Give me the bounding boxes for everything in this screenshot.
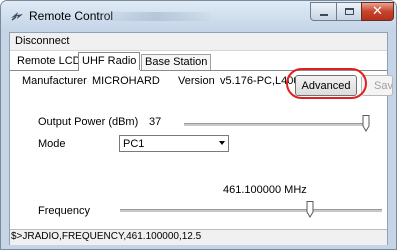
tab-divider-gap bbox=[79, 70, 140, 71]
minimize-button[interactable] bbox=[310, 2, 337, 21]
output-power-label: Output Power (dBm) bbox=[38, 116, 139, 128]
remote-control-app-icon bbox=[11, 12, 23, 21]
frequency-readout: 461.100000 MHz bbox=[223, 184, 307, 196]
chevron-down-icon bbox=[219, 141, 225, 145]
close-button[interactable]: ✕ bbox=[361, 2, 394, 21]
minimize-icon bbox=[319, 13, 328, 16]
status-bar: $>JRADIO,FREQUENCY,461.100000,12.5 bbox=[10, 229, 387, 245]
mode-label: Mode bbox=[38, 138, 66, 150]
client-area: Disconnect Remote LCD UHF Radio Base Sta… bbox=[9, 32, 393, 245]
remote-control-window: Remote Control ✕ Disconnect Remote LCD U… bbox=[0, 0, 397, 250]
close-icon: ✕ bbox=[372, 4, 383, 19]
tab-base-station[interactable]: Base Station bbox=[141, 54, 212, 70]
mode-select-value: PC1 bbox=[123, 138, 145, 150]
status-text: $>JRADIO,FREQUENCY,461.100000,12.5 bbox=[11, 231, 202, 242]
output-power-slider-thumb[interactable] bbox=[362, 115, 370, 132]
manufacturer-value: MICROHARD bbox=[92, 75, 160, 87]
manufacturer-label: Manufacturer bbox=[22, 75, 87, 87]
mode-select[interactable]: PC1 bbox=[119, 135, 229, 152]
frequency-slider-thumb[interactable] bbox=[306, 201, 314, 218]
menu-bar: Disconnect bbox=[10, 33, 387, 51]
output-power-value: 37 bbox=[149, 116, 162, 128]
menu-disconnect[interactable]: Disconnect bbox=[15, 35, 69, 47]
annotation-highlight-oval bbox=[286, 68, 367, 99]
title-bar[interactable]: Remote Control ✕ bbox=[1, 1, 396, 31]
maximize-button[interactable] bbox=[336, 2, 362, 21]
version-label: Version bbox=[178, 75, 215, 87]
title-bar-blur bbox=[101, 12, 211, 21]
output-power-slider[interactable] bbox=[184, 123, 366, 126]
frequency-slider[interactable] bbox=[120, 209, 382, 212]
frequency-label: Frequency bbox=[38, 205, 90, 217]
tab-uhf-radio[interactable]: UHF Radio bbox=[78, 52, 141, 71]
tab-remote-lcd[interactable]: Remote LCD bbox=[14, 54, 84, 70]
maximize-icon bbox=[344, 8, 354, 15]
